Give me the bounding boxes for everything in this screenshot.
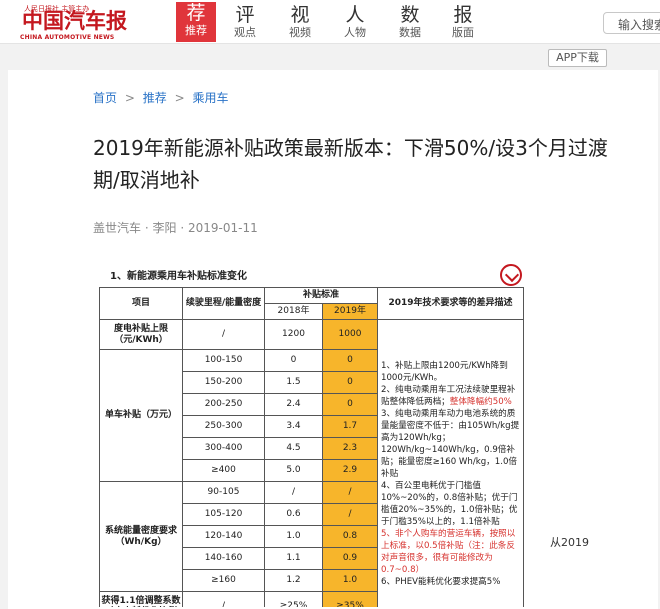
nav-item-label: 数据: [399, 26, 421, 39]
breadcrumb-home-link[interactable]: 首页: [93, 91, 117, 105]
article-title: 2019年新能源补贴政策最新版本：下滑50%/设3个月过渡期/取消地补: [93, 136, 608, 192]
coef-label: 获得1.1倍调整系数对应电耗优化比例: [99, 591, 183, 607]
desc-p1: 1、补贴上限由1200元/KWh降到1000元/KWh。: [381, 361, 508, 383]
table-cell: 2.9: [322, 459, 378, 482]
site-logo[interactable]: 人民日报社 主管主办 中国汽车报 CHINA AUTOMOTIVE NEWS: [10, 2, 127, 42]
desc-p3: 3、纯电动乘用车动力电池系统的质量能量密度不低于：由105Wh/kg提高为120…: [381, 409, 520, 479]
table-cell: 200-250: [182, 393, 265, 416]
nav-item-glyph: 荐: [186, 2, 206, 24]
diff-description: 1、补贴上限由1200元/KWh降到1000元/KWh。 2、纯电动乘用车工况法…: [377, 319, 524, 607]
table-cell: /: [322, 481, 378, 504]
article-meta: 盖世汽车 · 李阳 · 2019-01-11: [93, 219, 258, 236]
table-cell: 150-200: [182, 371, 265, 394]
desc-p4: 4、百公里电耗优于门槛值10%~20%的，0.8倍补贴；优于门槛值20%~35%…: [381, 481, 518, 527]
article-source: 盖世汽车: [93, 221, 142, 235]
table-cell: 300-400: [182, 437, 265, 460]
table-cell: 0: [264, 349, 323, 372]
table-cell: 3.4: [264, 415, 323, 438]
table-cell: 2.4: [264, 393, 323, 416]
breadcrumb-separator: >: [174, 91, 185, 105]
header-range: 续驶里程/能量密度: [182, 287, 265, 320]
table-cell: /: [264, 481, 323, 504]
table-cell: 1000: [322, 319, 378, 350]
nav-item-video[interactable]: 视 视频: [280, 4, 320, 42]
brand-logo-icon: [500, 264, 522, 286]
nav-item-glyph: 视: [290, 4, 310, 26]
table-cell: 1.0: [322, 569, 378, 592]
nav-item-label: 推荐: [185, 24, 207, 37]
table-cell: 1.5: [264, 371, 323, 394]
table-cell: ≥25%: [264, 591, 323, 607]
meta-separator: ·: [144, 221, 149, 235]
table-cell: 1.7: [322, 415, 378, 438]
header-item: 项目: [99, 287, 183, 320]
single-label: 单车补贴（万元）: [99, 349, 183, 482]
table-cell: 1.2: [264, 569, 323, 592]
table-cell: ≥160: [182, 569, 265, 592]
breadcrumb-passenger-car-link[interactable]: 乘用车: [192, 91, 228, 105]
nav-item-people[interactable]: 人 人物: [335, 4, 375, 42]
header-diff: 2019年技术要求等的差异描述: [377, 287, 524, 320]
table-cell: /: [182, 591, 265, 607]
subsidy-table-image: 1、新能源乘用车补贴标准变化 项目 续驶里程/能量密度 补贴标准 2019年技术…: [95, 262, 538, 607]
nav-item-glyph: 报: [453, 4, 473, 26]
breadcrumb-recommend-link[interactable]: 推荐: [143, 91, 167, 105]
desc-p6: 6、PHEV能耗优化要求提高5%: [381, 577, 501, 587]
logo-name: 中国汽车报: [22, 8, 127, 33]
header-standard: 补贴标准: [264, 287, 378, 304]
table-cell: /: [322, 503, 378, 526]
subsidy-table: 项目 续驶里程/能量密度 补贴标准 2019年技术要求等的差异描述 2018年 …: [99, 287, 524, 607]
density-label: 系统能量密度要求（Wh/Kg）: [99, 481, 183, 592]
search-input[interactable]: 输入搜索: [603, 12, 660, 34]
nav-item-data[interactable]: 数 数据: [390, 4, 430, 42]
table-cell: 1.0: [264, 525, 323, 548]
table-cell: 0.9: [322, 547, 378, 570]
table-cell: 0: [322, 371, 378, 394]
table-cell: 120-140: [182, 525, 265, 548]
nav-item-edition[interactable]: 报 版面: [443, 4, 483, 42]
nav-item-label: 观点: [234, 26, 256, 39]
table-cell: 0: [322, 393, 378, 416]
table-cell: 0.6: [264, 503, 323, 526]
table-cell: 0: [322, 349, 378, 372]
nav-item-glyph: 数: [400, 4, 420, 26]
header-2019: 2019年: [322, 303, 378, 320]
table-cell: 0.8: [322, 525, 378, 548]
table-cell: 250-300: [182, 415, 265, 438]
meta-separator: ·: [180, 221, 185, 235]
article-body-partial: 从2019: [550, 536, 589, 549]
nav-item-label: 版面: [452, 26, 474, 39]
table-cell: 1200: [264, 319, 323, 350]
article-card: 首页 > 推荐 > 乘用车 2019年新能源补贴政策最新版本：下滑50%/设3个…: [8, 70, 658, 609]
table-cell: 5.0: [264, 459, 323, 482]
table-cell: 4.5: [264, 437, 323, 460]
table-cell: /: [182, 319, 265, 350]
logo-english-name: CHINA AUTOMOTIVE NEWS: [20, 34, 115, 41]
article-date: 2019-01-11: [188, 221, 258, 235]
top-header: 人民日报社 主管主办 中国汽车报 CHINA AUTOMOTIVE NEWS 荐…: [0, 0, 660, 44]
breadcrumb: 首页 > 推荐 > 乘用车: [93, 89, 228, 106]
nav-item-glyph: 人: [345, 4, 365, 26]
table-cell: ≥35%: [322, 591, 378, 607]
nav-item-opinion[interactable]: 评 观点: [225, 4, 265, 42]
nav-item-label: 人物: [344, 26, 366, 39]
nav-item-glyph: 评: [235, 4, 255, 26]
table-cell: 90-105: [182, 481, 265, 504]
header-2018: 2018年: [264, 303, 323, 320]
table-cell: 1.1: [264, 547, 323, 570]
nav-item-recommend[interactable]: 荐 推荐: [176, 2, 216, 42]
desc-p2-highlight: 整体降幅约50%: [449, 397, 512, 407]
table-cell: 105-120: [182, 503, 265, 526]
table-cell: 2.3: [322, 437, 378, 460]
app-download-button[interactable]: APP下载: [548, 49, 607, 67]
cap-label: 度电补贴上限（元/KWh）: [99, 319, 183, 350]
article-author: 李阳: [152, 221, 177, 235]
figure-heading: 1、新能源乘用车补贴标准变化: [110, 271, 247, 282]
table-cell: 100-150: [182, 349, 265, 372]
table-cell: ≥400: [182, 459, 265, 482]
breadcrumb-separator: >: [124, 91, 135, 105]
table-cell: 140-160: [182, 547, 265, 570]
nav-item-label: 视频: [289, 26, 311, 39]
